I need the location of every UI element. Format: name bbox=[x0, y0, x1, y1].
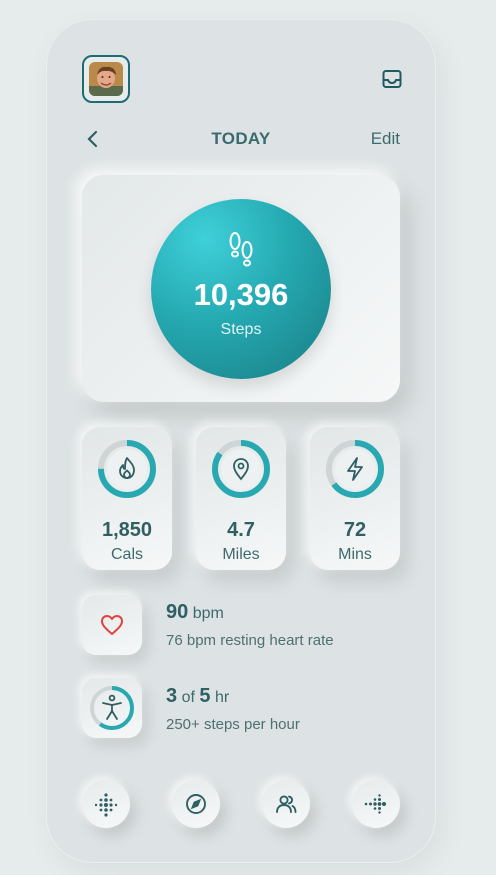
heart-icon bbox=[101, 615, 123, 635]
compass-icon bbox=[186, 794, 206, 814]
calories-label: Cals bbox=[110, 546, 143, 563]
person-activity-icon bbox=[102, 694, 122, 720]
edit-button[interactable]: Edit bbox=[371, 129, 400, 149]
minutes-label: Mins bbox=[338, 546, 372, 563]
calories-card[interactable]: 1,850 Cals bbox=[82, 427, 172, 570]
steps-unit: Steps bbox=[220, 321, 262, 338]
miles-card[interactable]: 4.7 Miles bbox=[196, 427, 286, 570]
steps-per-hour: 250+ steps per hour bbox=[166, 716, 300, 733]
miles-label: Miles bbox=[222, 546, 260, 563]
minutes-gauge bbox=[324, 438, 386, 500]
nav-community-button[interactable] bbox=[262, 780, 310, 828]
active-hours-value: 3 bbox=[166, 685, 178, 707]
minutes-value: 72 bbox=[343, 519, 367, 541]
steps-card[interactable]: 10,396 Steps bbox=[82, 175, 400, 402]
heart-rate-line: 90 bpm bbox=[166, 601, 334, 624]
nav-premium-button[interactable] bbox=[352, 780, 400, 828]
heart-rate-tile[interactable] bbox=[82, 595, 142, 655]
footsteps-icon bbox=[223, 231, 259, 271]
inbox-icon[interactable] bbox=[380, 67, 404, 91]
miles-gauge bbox=[210, 438, 272, 500]
heart-rate-unit: bpm bbox=[192, 605, 224, 622]
avatar[interactable] bbox=[82, 55, 130, 103]
minutes-card[interactable]: 72 Mins bbox=[310, 427, 400, 570]
steps-circle: 10,396 Steps bbox=[151, 199, 331, 379]
resting-heart-rate: 76 bpm resting heart rate bbox=[166, 632, 334, 649]
active-hours-target: 5 bbox=[199, 685, 211, 707]
calories-gauge bbox=[96, 438, 158, 500]
active-hours-gauge bbox=[90, 686, 134, 730]
miles-value: 4.7 bbox=[227, 519, 255, 541]
dots-arrow-icon bbox=[364, 794, 386, 814]
calories-value: 1,850 bbox=[101, 519, 153, 541]
profile-photo bbox=[89, 62, 123, 96]
heart-rate-info: 90 bpm 76 bpm resting heart rate bbox=[166, 601, 334, 649]
active-hours-tile[interactable] bbox=[82, 678, 142, 738]
active-hours-line: 3 of 5 hr bbox=[166, 685, 300, 708]
active-hours-of: of bbox=[181, 689, 195, 706]
phone-screen: TODAY Edit 10,396 Steps 1,850 Cals 4.7 M… bbox=[46, 19, 436, 863]
active-hours-info: 3 of 5 hr 250+ steps per hour bbox=[166, 685, 300, 733]
steps-value: 10,396 bbox=[193, 277, 289, 312]
nav-today-button[interactable] bbox=[82, 780, 130, 828]
friends-icon bbox=[276, 795, 297, 813]
dots-grid-icon bbox=[94, 793, 118, 817]
active-hours-unit: hr bbox=[214, 689, 230, 706]
heart-rate-value: 90 bbox=[166, 601, 189, 623]
nav-discover-button[interactable] bbox=[172, 780, 220, 828]
